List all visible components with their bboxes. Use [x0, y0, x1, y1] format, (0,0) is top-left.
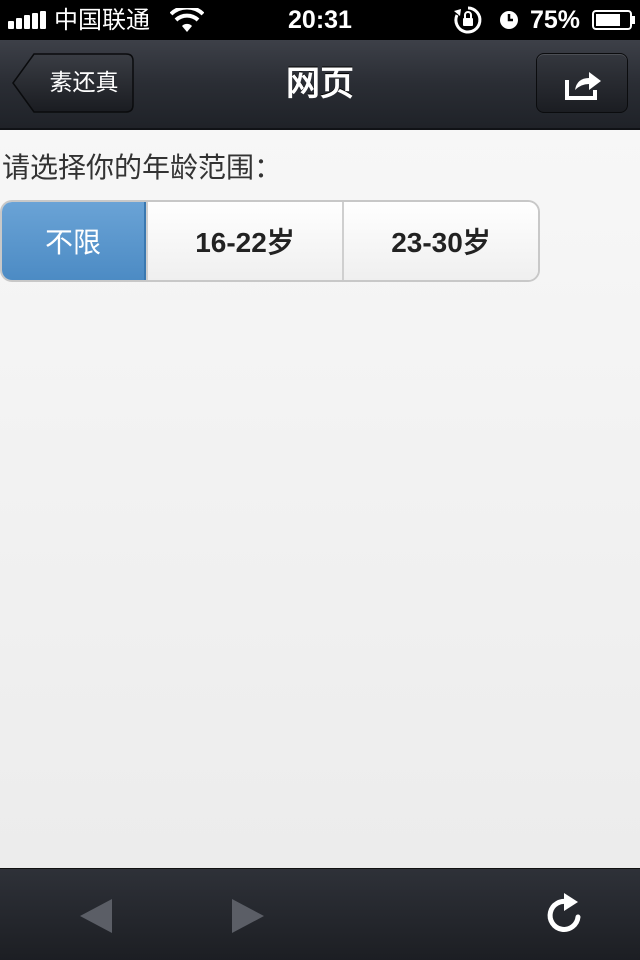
navigation-bar: 素还真 网页 — [0, 40, 640, 130]
age-option-23-30[interactable]: 23-30岁 — [342, 202, 538, 280]
back-button-label: 素还真 — [49, 70, 119, 96]
back-arrow-icon[interactable] — [72, 891, 122, 941]
status-bar: 中国联通 20:31 75% — [0, 0, 640, 40]
age-range-selector: 不限 16-22岁 23-30岁 — [0, 200, 540, 282]
back-button[interactable]: 素还真 — [12, 53, 134, 113]
rotation-lock-icon — [454, 6, 482, 34]
forward-arrow-icon[interactable] — [222, 891, 272, 941]
alarm-icon — [500, 11, 518, 29]
page-title: 网页 — [286, 64, 354, 104]
battery-percent: 75% — [530, 6, 581, 34]
age-option-unlimited[interactable]: 不限 — [2, 202, 146, 280]
web-content: 请选择你的年龄范围： 不限 16-22岁 23-30岁 — [0, 130, 640, 868]
browser-toolbar — [0, 868, 640, 960]
share-button[interactable] — [536, 53, 628, 113]
share-icon — [565, 72, 601, 100]
battery-icon — [592, 10, 635, 30]
age-range-prompt: 请选择你的年龄范围： — [2, 151, 283, 184]
refresh-icon[interactable] — [540, 891, 590, 941]
age-option-16-22[interactable]: 16-22岁 — [146, 202, 342, 280]
